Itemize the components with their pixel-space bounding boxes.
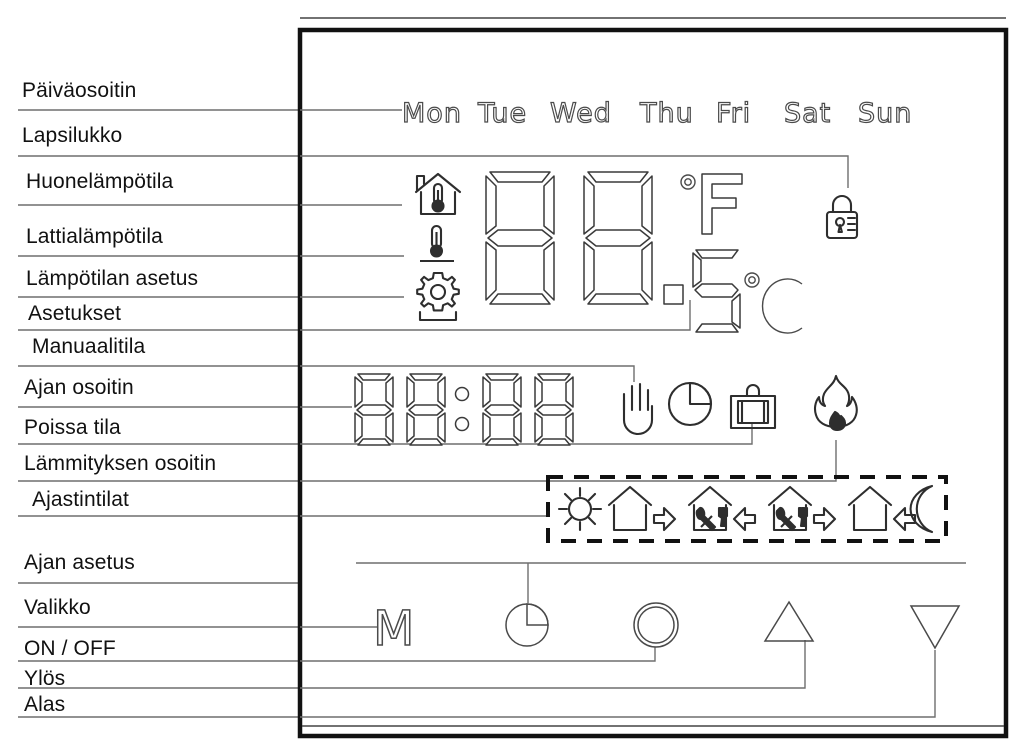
down-button[interactable] (909, 605, 961, 650)
weekday-tue: Tue (477, 98, 527, 129)
weekday-wed: Wed (550, 98, 612, 129)
thermometer-icon (420, 224, 454, 263)
decimal-digit (692, 249, 741, 333)
hand-icon (622, 382, 654, 435)
weekday-sat: Sat (784, 98, 831, 129)
house-leave-icon (607, 485, 677, 532)
house-meal-leave-icon (767, 485, 837, 532)
up-button[interactable] (763, 600, 815, 642)
power-button[interactable] (633, 602, 679, 648)
house-thermometer-icon (414, 172, 462, 216)
clock-digits (354, 373, 574, 446)
unit-celsius (744, 272, 803, 334)
suitcase-icon (729, 383, 777, 430)
unit-fahrenheit (680, 173, 743, 235)
timer-mode-icons (557, 484, 934, 534)
clock-colon (454, 386, 470, 432)
weekday-fri: Fri (716, 98, 751, 129)
menu-button[interactable]: M (372, 600, 415, 658)
house-meal-return-icon (687, 485, 757, 532)
button-row: M (372, 600, 961, 658)
sun-icon (557, 486, 603, 532)
temperature-digits (485, 171, 803, 334)
decimal-point (663, 284, 684, 305)
clock-button[interactable] (505, 603, 549, 647)
diagram-canvas: Päiväosoitin Lapsilukko Huonelämpötila L… (0, 0, 1024, 747)
weekday-mon: Mon (402, 98, 462, 129)
callout-rules (18, 109, 300, 718)
menu-button-glyph: M (373, 601, 415, 657)
lock-icon (825, 194, 859, 240)
pie-clock-icon (667, 381, 713, 427)
flame-icon (813, 374, 858, 432)
weekday-sun: Sun (858, 98, 912, 129)
weekday-row: Mon Tue Wed Thu Fri Sat Sun (401, 97, 912, 129)
gear-icon (416, 271, 460, 322)
moon-icon (909, 484, 934, 534)
weekday-thu: Thu (639, 98, 694, 129)
house-return-icon (847, 485, 917, 532)
